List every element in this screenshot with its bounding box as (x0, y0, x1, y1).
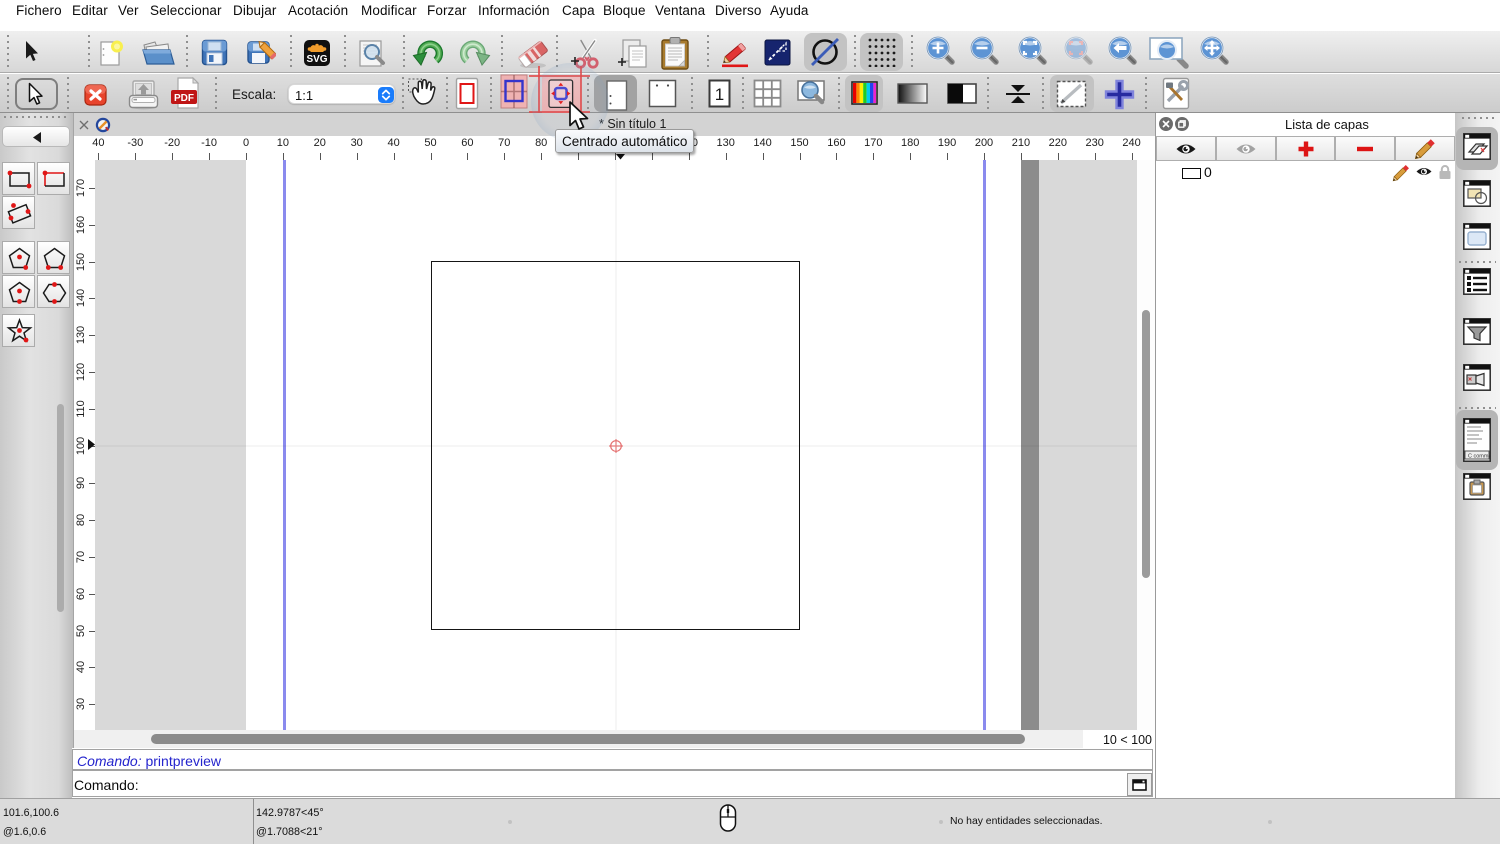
svg-text:1: 1 (715, 85, 724, 104)
svg-text:PDF: PDF (174, 93, 194, 104)
svg-text:C command: C command (1468, 454, 1491, 460)
svg-text:SVG: SVG (306, 54, 327, 65)
